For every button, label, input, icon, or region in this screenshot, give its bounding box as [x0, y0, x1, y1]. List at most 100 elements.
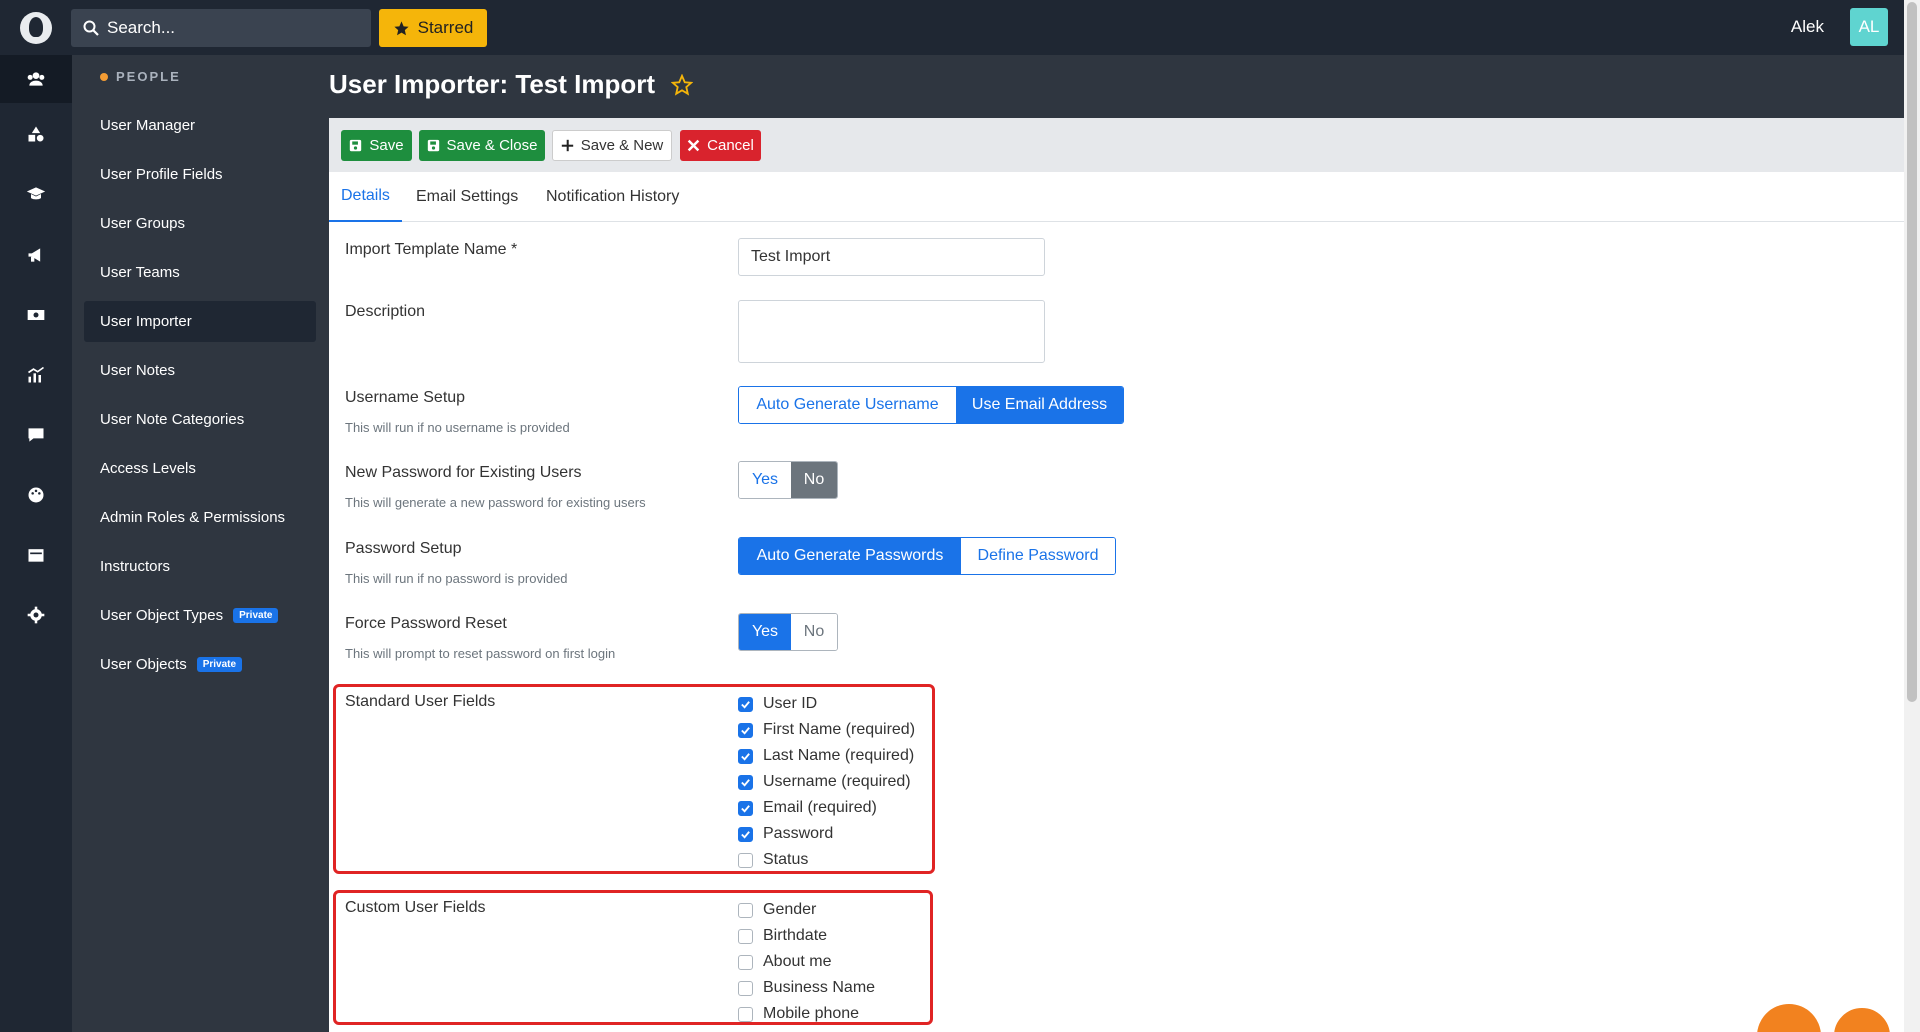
user-name[interactable]: Alek: [1791, 17, 1824, 37]
palette-icon[interactable]: [0, 471, 72, 519]
field-checkbox-row[interactable]: About me: [738, 952, 831, 972]
search-input[interactable]: Search...: [71, 9, 371, 47]
avatar[interactable]: AL: [1850, 8, 1888, 46]
save-new-button[interactable]: Save & New: [552, 130, 672, 161]
field-checkbox-row[interactable]: Username (required): [738, 772, 911, 792]
checkbox-checked-icon[interactable]: [738, 800, 753, 816]
icon-rail: [0, 55, 72, 1032]
password-setup-help: This will run if no password is provided: [345, 571, 568, 586]
app-logo-icon[interactable]: [20, 12, 52, 44]
field-checkbox-row[interactable]: Business Name: [738, 978, 875, 998]
search-icon: [83, 20, 99, 36]
save-close-button[interactable]: Save & Close: [419, 130, 545, 161]
sidebar-item-user-importer[interactable]: User Importer: [84, 301, 316, 342]
auto-generate-username-option[interactable]: Auto Generate Username: [739, 387, 956, 423]
checkbox-unchecked-icon[interactable]: [738, 928, 753, 944]
checkbox-checked-icon[interactable]: [738, 722, 753, 738]
tab-notification-history[interactable]: Notification History: [546, 172, 679, 222]
sidebar-item-admin-roles[interactable]: Admin Roles & Permissions: [84, 497, 316, 538]
people-icon[interactable]: [0, 55, 72, 103]
cancel-button[interactable]: Cancel: [680, 130, 761, 161]
top-bar: Search... Starred Alek AL: [0, 0, 1904, 55]
sidebar-item-user-objects[interactable]: User Objects Private: [84, 644, 316, 685]
password-setup-toggle: Auto Generate Passwords Define Password: [738, 537, 1116, 575]
sidebar-item-user-notes[interactable]: User Notes: [84, 350, 316, 391]
field-checkbox-row[interactable]: Mobile phone: [738, 1004, 859, 1024]
sidebar-item-user-groups[interactable]: User Groups: [84, 203, 316, 244]
starred-button[interactable]: Starred: [379, 9, 487, 47]
password-setup-label: Password Setup: [345, 540, 462, 557]
auto-generate-passwords-option[interactable]: Auto Generate Passwords: [739, 538, 961, 574]
sidebar-item-label: User Groups: [100, 215, 186, 232]
field-checkbox-row[interactable]: Password: [738, 824, 833, 844]
new-password-yes-option[interactable]: Yes: [739, 462, 791, 498]
sidebar-item-label: User Manager: [100, 117, 196, 134]
template-name-label: Import Template Name *: [345, 241, 518, 258]
custom-fields-label: Custom User Fields: [345, 899, 486, 916]
sidebar-item-label: User Notes: [100, 362, 176, 379]
money-icon[interactable]: [0, 291, 72, 339]
checkbox-unchecked-icon[interactable]: [738, 902, 753, 918]
template-name-input[interactable]: Test Import: [738, 238, 1045, 276]
field-checkbox-label: Birthdate: [763, 927, 828, 944]
sidebar-item-user-profile-fields[interactable]: User Profile Fields: [84, 154, 316, 195]
graduation-cap-icon[interactable]: [0, 170, 72, 218]
private-badge: Private: [196, 657, 243, 672]
username-setup-label: Username Setup: [345, 389, 466, 406]
sidebar-item-instructors[interactable]: Instructors: [84, 546, 316, 587]
force-reset-no-option[interactable]: No: [791, 614, 837, 650]
field-checkbox-row[interactable]: First Name (required): [738, 720, 915, 740]
checkbox-checked-icon[interactable]: [738, 774, 753, 790]
use-email-address-option[interactable]: Use Email Address: [956, 387, 1123, 423]
define-password-option[interactable]: Define Password: [961, 538, 1115, 574]
sidebar-item-user-teams[interactable]: User Teams: [84, 252, 316, 293]
search-placeholder: Search...: [107, 18, 176, 37]
chart-icon[interactable]: [0, 351, 72, 399]
field-checkbox-row[interactable]: Email (required): [738, 798, 877, 818]
new-password-help: This will generate a new password for ex…: [345, 495, 646, 510]
checkbox-unchecked-icon[interactable]: [738, 852, 753, 868]
checkbox-checked-icon[interactable]: [738, 748, 753, 764]
sidebar-item-label: User Teams: [100, 264, 180, 281]
gear-icon[interactable]: [0, 591, 72, 639]
sidebar-item-user-note-categories[interactable]: User Note Categories: [84, 399, 316, 440]
comment-icon[interactable]: [0, 411, 72, 459]
toolbar: Save Save & Close Save & New Cancel: [329, 118, 1904, 172]
force-reset-yes-option[interactable]: Yes: [739, 614, 791, 650]
sidebar-section-text: PEOPLE: [116, 69, 181, 84]
tab-bar: Details Email Settings Notification Hist…: [329, 172, 1904, 222]
save-button[interactable]: Save: [341, 130, 412, 161]
tab-details[interactable]: Details: [329, 172, 402, 222]
field-checkbox-row[interactable]: User ID: [738, 694, 817, 714]
checkbox-unchecked-icon[interactable]: [738, 980, 753, 996]
checkbox-unchecked-icon[interactable]: [738, 1006, 753, 1022]
megaphone-icon[interactable]: [0, 231, 72, 279]
field-checkbox-row[interactable]: Birthdate: [738, 926, 827, 946]
checkbox-unchecked-icon[interactable]: [738, 954, 753, 970]
shapes-icon[interactable]: [0, 110, 72, 158]
sidebar-item-label: Admin Roles & Permissions: [100, 509, 286, 526]
page-scrollbar[interactable]: [1904, 0, 1920, 1032]
sidebar-item-user-manager[interactable]: User Manager: [84, 105, 316, 146]
field-checkbox-row[interactable]: Last Name (required): [738, 746, 914, 766]
page-title-row: User Importer: Test Import: [329, 69, 694, 100]
scrollbar-thumb[interactable]: [1907, 2, 1917, 702]
sidebar-item-access-levels[interactable]: Access Levels: [84, 448, 316, 489]
star-outline-icon[interactable]: [671, 73, 694, 96]
field-checkbox-row[interactable]: Gender: [738, 900, 816, 920]
sidebar-item-label: User Note Categories: [100, 411, 245, 428]
field-checkbox-row[interactable]: Status: [738, 850, 808, 870]
standard-fields-label: Standard User Fields: [345, 693, 496, 710]
field-checkbox-label: Username (required): [763, 773, 911, 790]
sidebar-section-label: PEOPLE: [100, 69, 181, 84]
sidebar-item-user-object-types[interactable]: User Object Types Private: [84, 595, 316, 636]
force-reset-help: This will prompt to reset password on fi…: [345, 646, 616, 661]
checkbox-checked-icon[interactable]: [738, 696, 753, 712]
force-reset-toggle: Yes No: [738, 613, 838, 651]
tab-email-settings[interactable]: Email Settings: [416, 172, 518, 222]
new-password-toggle: Yes No: [738, 461, 838, 499]
description-textarea[interactable]: [738, 300, 1045, 363]
calendar-icon[interactable]: [0, 531, 72, 579]
new-password-no-option[interactable]: No: [791, 462, 837, 498]
checkbox-checked-icon[interactable]: [738, 826, 753, 842]
